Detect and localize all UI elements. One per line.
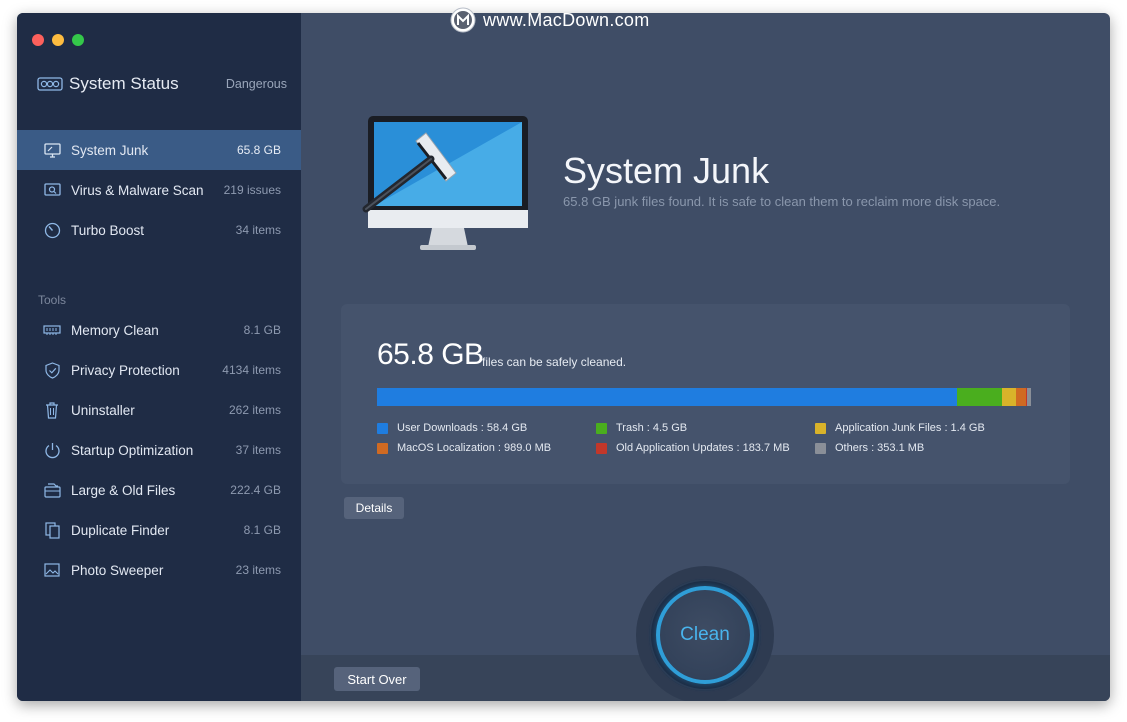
page-title: System Junk bbox=[563, 150, 770, 191]
sidebar-item-label: Privacy Protection bbox=[71, 362, 180, 378]
photo-icon bbox=[43, 561, 61, 579]
minimize-window-button[interactable] bbox=[52, 34, 64, 46]
duplicate-icon bbox=[43, 521, 61, 539]
zoom-window-button[interactable] bbox=[72, 34, 84, 46]
sidebar-item-privacy-protection[interactable]: Privacy Protection 4134 items bbox=[17, 350, 301, 390]
sidebar-item-label: Memory Clean bbox=[71, 322, 159, 338]
sidebar-item-label: Startup Optimization bbox=[71, 442, 194, 458]
memory-chip-icon bbox=[43, 321, 61, 339]
shield-icon bbox=[43, 361, 61, 379]
tools-heading: Tools bbox=[38, 293, 67, 307]
clean-button[interactable]: Clean bbox=[656, 586, 754, 684]
legend-label: User Downloads : 58.4 GB bbox=[397, 422, 528, 434]
page-subtitle: 65.8 GB junk files found. It is safe to … bbox=[563, 194, 1001, 209]
sidebar-item-system-junk[interactable]: System Junk 65.8 GB bbox=[17, 130, 301, 170]
junk-breakdown-bar bbox=[377, 388, 1031, 406]
breakdown-segment bbox=[957, 388, 1002, 406]
legend-swatch bbox=[815, 442, 826, 454]
app-window: System Status Dangerous System Junk 65.8… bbox=[17, 13, 1110, 701]
sidebar-item-memory-clean[interactable]: Memory Clean 8.1 GB bbox=[17, 310, 301, 350]
legend-label: Trash : 4.5 GB bbox=[616, 422, 688, 434]
window-controls bbox=[32, 34, 84, 46]
watermark: www.MacDown.com bbox=[450, 7, 650, 33]
trash-icon bbox=[43, 401, 61, 419]
legend-label: Others : 353.1 MB bbox=[835, 442, 925, 454]
sidebar-item-virus-malware-scan[interactable]: Virus & Malware Scan 219 issues bbox=[17, 170, 301, 210]
sidebar-item-value: 219 issues bbox=[223, 183, 281, 197]
sidebar-item-turbo-boost[interactable]: Turbo Boost 34 items bbox=[17, 210, 301, 250]
legend-item: Trash : 4.5 GB bbox=[596, 422, 816, 434]
breakdown-segment bbox=[1015, 388, 1026, 406]
details-button[interactable]: Details bbox=[344, 497, 404, 519]
breakdown-segment bbox=[1001, 388, 1016, 406]
main-content: System Junk 65.8 GB junk files found. It… bbox=[301, 13, 1110, 701]
sidebar-item-duplicate-finder[interactable]: Duplicate Finder 8.1 GB bbox=[17, 510, 301, 550]
sidebar: System Status Dangerous System Junk 65.8… bbox=[17, 13, 301, 701]
sidebar-item-label: Photo Sweeper bbox=[71, 562, 164, 578]
legend-item: Others : 353.1 MB bbox=[815, 442, 1035, 454]
sidebar-item-value: 8.1 GB bbox=[243, 323, 281, 337]
legend-swatch bbox=[377, 422, 388, 434]
start-over-button[interactable]: Start Over bbox=[334, 667, 420, 691]
system-status-title: System Status bbox=[69, 74, 179, 93]
system-junk-illustration-icon bbox=[362, 116, 528, 250]
legend-label: Application Junk Files : 1.4 GB bbox=[835, 422, 985, 434]
sidebar-item-label: Duplicate Finder bbox=[71, 522, 170, 538]
legend-item: MacOS Localization : 989.0 MB bbox=[377, 442, 597, 454]
system-status-row[interactable]: System Status Dangerous bbox=[37, 73, 287, 95]
system-status-icon bbox=[37, 77, 63, 91]
legend-swatch bbox=[377, 442, 388, 454]
legend-label: MacOS Localization : 989.0 MB bbox=[397, 442, 552, 454]
sidebar-item-value: 37 items bbox=[235, 443, 281, 457]
sidebar-item-label: Uninstaller bbox=[71, 402, 135, 418]
sidebar-item-value: 34 items bbox=[235, 223, 281, 237]
speedometer-icon bbox=[43, 221, 61, 239]
files-stack-icon bbox=[43, 481, 61, 499]
legend-item: User Downloads : 58.4 GB bbox=[377, 422, 597, 434]
sidebar-item-label: Virus & Malware Scan bbox=[71, 182, 204, 198]
sidebar-item-value: 262 items bbox=[228, 403, 281, 417]
legend-swatch bbox=[815, 422, 826, 434]
breakdown-segment bbox=[377, 388, 958, 406]
macdown-logo-icon bbox=[450, 7, 476, 33]
sidebar-item-value: 4134 items bbox=[222, 363, 281, 377]
junk-total-caption: files can be safely cleaned. bbox=[482, 355, 627, 369]
system-status-value: Dangerous bbox=[225, 77, 287, 91]
junk-summary-panel: 65.8 GB files can be safely cleaned. Use… bbox=[341, 304, 1070, 484]
sidebar-item-label: System Junk bbox=[71, 142, 149, 158]
sidebar-item-label: Large & Old Files bbox=[71, 482, 176, 498]
legend-swatch bbox=[596, 442, 607, 454]
sidebar-item-value: 65.8 GB bbox=[236, 143, 281, 157]
legend-item: Old Application Updates : 183.7 MB bbox=[596, 442, 816, 454]
monitor-icon bbox=[43, 141, 61, 159]
sidebar-item-startup-optimization[interactable]: Startup Optimization 37 items bbox=[17, 430, 301, 470]
close-window-button[interactable] bbox=[32, 34, 44, 46]
sidebar-item-photo-sweeper[interactable]: Photo Sweeper 23 items bbox=[17, 550, 301, 590]
sidebar-item-value: 8.1 GB bbox=[243, 523, 281, 537]
power-icon bbox=[43, 441, 61, 459]
sidebar-item-value: 222.4 GB bbox=[230, 483, 281, 497]
sidebar-item-large-old-files[interactable]: Large & Old Files 222.4 GB bbox=[17, 470, 301, 510]
breakdown-segment bbox=[1027, 388, 1031, 406]
watermark-text: www.MacDown.com bbox=[483, 9, 650, 30]
virus-scan-icon bbox=[43, 181, 61, 199]
sidebar-item-value: 23 items bbox=[235, 563, 281, 577]
legend-swatch bbox=[596, 422, 607, 434]
legend-label: Old Application Updates : 183.7 MB bbox=[616, 442, 790, 454]
sidebar-item-label: Turbo Boost bbox=[71, 222, 145, 238]
sidebar-item-uninstaller[interactable]: Uninstaller 262 items bbox=[17, 390, 301, 430]
junk-total-size: 65.8 GB bbox=[377, 338, 484, 371]
legend-item: Application Junk Files : 1.4 GB bbox=[815, 422, 1035, 434]
